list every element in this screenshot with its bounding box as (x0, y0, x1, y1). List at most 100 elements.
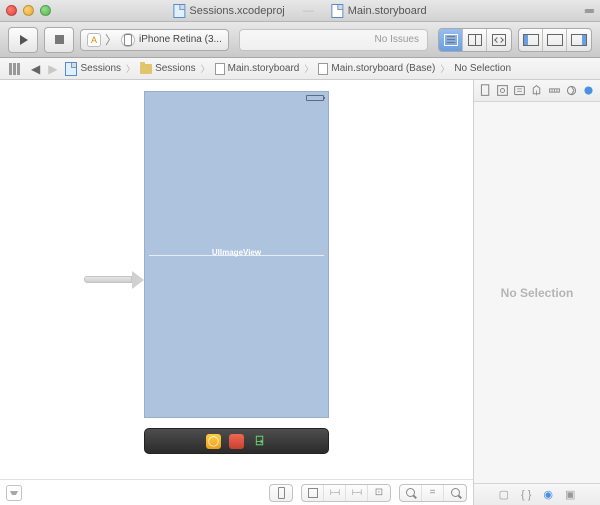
code-snippet-library-tab[interactable]: { } (521, 489, 531, 501)
equals-icon: = (430, 487, 436, 498)
title-tab-project[interactable]: Sessions.xcodeproj (173, 4, 284, 18)
pin-button[interactable]: ⊦⊣ (324, 485, 346, 501)
activity-viewer: No Issues (239, 29, 428, 51)
title-tab-file[interactable]: Main.storyboard (332, 4, 427, 18)
run-button[interactable] (8, 27, 38, 53)
toggle-navigator-button[interactable] (519, 29, 543, 51)
object-library-tab[interactable]: ◉ (543, 488, 553, 501)
jump-file-base[interactable]: Main.storyboard (Base) (315, 63, 438, 75)
canvas-bottom-bar: ⊦⊣ ⊦⊣ ⊡ = (0, 479, 473, 505)
resizing-button[interactable]: ⊡ (368, 485, 390, 501)
zoom-in-icon (451, 488, 460, 497)
jump-label: Main.storyboard (228, 63, 300, 74)
scene-dock: ◯ ⍈ (144, 428, 329, 454)
utilities-pane-icon (571, 34, 587, 46)
back-button[interactable]: ◀ (28, 62, 43, 76)
chevron-icon: 〉 (126, 62, 135, 75)
fullscreen-button[interactable] (585, 9, 594, 13)
play-icon (20, 35, 28, 45)
workspace: UIImageView ◯ ⍈ ⊦⊣ ⊦⊣ ⊡ (0, 80, 600, 505)
activity-status-label: No Issues (375, 34, 419, 45)
first-responder-dock-icon[interactable] (229, 434, 244, 449)
pin-icon: ⊦⊣ (330, 488, 339, 497)
debug-pane-icon (547, 34, 563, 46)
layout-controls-segmented: ⊦⊣ ⊦⊣ ⊡ (301, 484, 391, 502)
assistant-editor-icon (468, 34, 482, 46)
quick-help-inspector-tab[interactable] (496, 84, 510, 98)
storyboard-icon (318, 63, 328, 75)
view-controller-scene[interactable]: UIImageView (144, 91, 329, 418)
resizing-icon: ⊡ (375, 487, 383, 498)
toggle-utilities-button[interactable] (567, 29, 591, 51)
resolve-issues-button[interactable]: ⊦⊣ (346, 485, 368, 501)
folder-icon (140, 64, 152, 74)
device-icon (121, 33, 135, 47)
form-factor-segmented (269, 484, 293, 502)
inspector-empty-label: No Selection (501, 286, 574, 300)
standard-editor-button[interactable] (439, 29, 463, 51)
jump-label: Sessions (155, 63, 196, 74)
zoom-window-button[interactable] (40, 5, 51, 16)
jump-project[interactable]: Sessions (62, 62, 124, 76)
scheme-selector[interactable]: A 〉 iPhone Retina (3... (80, 29, 229, 51)
title-tab-label: Sessions.xcodeproj (189, 5, 284, 17)
align-button[interactable] (302, 485, 324, 501)
align-icon (308, 488, 318, 498)
expand-icon (10, 491, 18, 495)
zoom-actual-button[interactable]: = (422, 485, 444, 501)
toggle-debug-area-button[interactable] (543, 29, 567, 51)
related-items-icon (9, 63, 23, 75)
version-editor-button[interactable] (487, 29, 511, 51)
storyboard-file-icon (332, 4, 344, 18)
zoom-out-button[interactable] (400, 485, 422, 501)
interface-builder-canvas: UIImageView ◯ ⍈ ⊦⊣ ⊦⊣ ⊡ (0, 80, 473, 505)
file-inspector-tab[interactable] (479, 84, 493, 98)
identity-inspector-tab[interactable] (513, 84, 527, 98)
inspector-panel: No Selection ▢ { } ◉ ▣ (473, 80, 600, 505)
assistant-editor-button[interactable] (463, 29, 487, 51)
project-icon (65, 62, 77, 76)
size-inspector-tab[interactable] (547, 84, 561, 98)
zoom-segmented: = (399, 484, 467, 502)
app-icon: A (87, 33, 101, 47)
project-icon (173, 4, 185, 18)
uiimageview-label: UIImageView (212, 248, 261, 257)
jump-label: Main.storyboard (Base) (331, 63, 435, 74)
stop-button[interactable] (44, 27, 74, 53)
chevron-icon: 〉 (304, 62, 313, 75)
chevron-icon: 〉 (440, 62, 449, 75)
jump-file[interactable]: Main.storyboard (212, 63, 303, 75)
phone-icon (278, 487, 285, 499)
apply-retina-form-button[interactable] (270, 485, 292, 501)
document-outline-toggle[interactable] (6, 485, 22, 501)
chevron-icon: 〉 (201, 62, 210, 75)
attributes-inspector-tab[interactable] (530, 84, 544, 98)
inspector-body: No Selection (474, 102, 600, 483)
jump-label: Sessions (80, 63, 121, 74)
media-library-tab[interactable]: ▣ (565, 488, 575, 501)
forward-button[interactable]: ▶ (45, 62, 60, 76)
exit-dock-icon[interactable]: ⍈ (252, 434, 267, 449)
library-tabs: ▢ { } ◉ ▣ (474, 483, 600, 505)
scheme-device-label: iPhone Retina (3... (139, 34, 222, 45)
stop-icon (55, 35, 64, 44)
related-items-button[interactable] (6, 63, 26, 75)
close-window-button[interactable] (6, 5, 17, 16)
chevron-right-icon: 〉 (105, 31, 117, 48)
canvas-scroll-area[interactable]: UIImageView ◯ ⍈ (0, 80, 473, 479)
minimize-window-button[interactable] (23, 5, 34, 16)
storyboard-icon (215, 63, 225, 75)
zoom-in-button[interactable] (444, 485, 466, 501)
inspector-tabs (474, 80, 600, 102)
view-controller-dock-icon[interactable]: ◯ (206, 434, 221, 449)
connections-inspector-tab[interactable] (564, 84, 578, 98)
file-template-library-tab[interactable]: ▢ (499, 488, 509, 501)
last-inspector-tab[interactable] (581, 84, 595, 98)
initial-view-controller-arrow[interactable] (84, 271, 144, 289)
resolve-icon: ⊦⊣ (352, 488, 361, 497)
jump-selection[interactable]: No Selection (451, 63, 514, 74)
version-editor-icon (492, 34, 506, 46)
editor-mode-segmented (438, 28, 512, 52)
jump-folder[interactable]: Sessions (137, 63, 199, 74)
title-tab-separator: — (303, 5, 314, 17)
